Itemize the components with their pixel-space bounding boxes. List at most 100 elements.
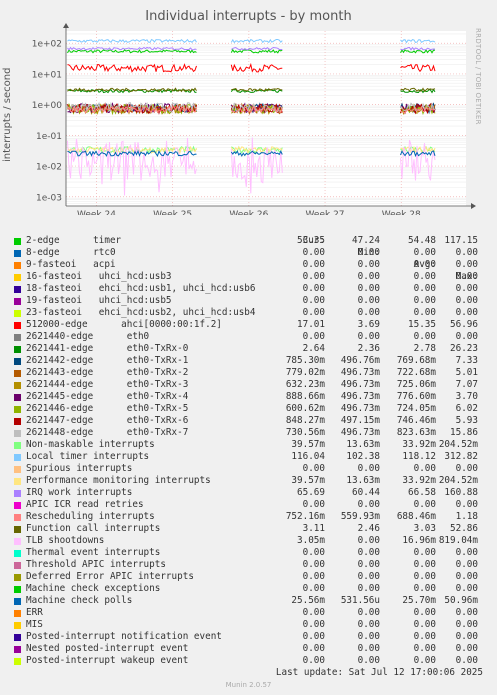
legend-row: Nested posted-interrupt event 0.00 0.00 0.0… [12,643,492,655]
legend-min-value: 497.15m [340,415,380,426]
legend-row: 2621448-edge eth0-TxRx-7 730.56m 496.73m 82… [12,427,492,439]
legend-series-name: 9-fasteoi acpi [26,259,116,270]
x-tick-label: Week 25 [153,210,192,215]
legend-min-value: 0.00 [357,559,380,570]
legend-series-name: Local timer interrupts [26,451,150,462]
legend-series-name: 23-fasteoi ehci_hcd:usb2, uhci_hcd:usb4 [26,307,256,318]
legend-cur-value: 0.00 [302,583,325,594]
legend-row: 2621447-edge eth0-TxRx-6 848.27m 497.15m 74… [12,415,492,427]
legend-swatch [14,610,21,617]
legend-row: Threshold APIC interrupts 0.00 0.00 0.00 0.0… [12,559,492,571]
legend-swatch [14,634,21,641]
legend-row: 2621446-edge eth0-TxRx-5 600.62m 496.73m 72… [12,403,492,415]
legend-swatch [14,238,21,245]
legend-row: Posted-interrupt wakeup event 0.00 0.00 0.0… [12,655,492,667]
legend-max-value: 0.00 [455,271,478,282]
legend-row: 23-fasteoi ehci_hcd:usb2, uhci_hcd:usb4 0… [12,307,492,319]
legend-min-value: 0.00 [357,547,380,558]
y-tick-label: 1e+01 [32,70,62,80]
legend-row: 512000-edge ahci[0000:00:1f.2] 17.01 3.69 1… [12,319,492,331]
legend-series-name: 16-fasteoi uhci_hcd:usb3 [26,271,172,282]
legend-cur-value: 116.04 [291,451,325,462]
legend-row: IRQ work interrupts 65.69 60.44 66.58 160.88 [12,487,492,499]
legend-cur-value: 0.00 [302,655,325,666]
legend-series-name: Thermal event interrupts [26,547,161,558]
legend-row: APIC ICR read retries 0.00 0.00 0.00 0.00 [12,499,492,511]
legend-series-name: 8-edge rtc0 [26,247,116,258]
legend-swatch [14,478,21,485]
legend-cur-value: 752.16m [285,511,325,522]
legend-row: 2621440-edge eth0 0.00 0.00 0.00 0.00 [12,331,492,343]
legend-row: MIS 0.00 0.00 0.00 0.00 [12,619,492,631]
legend-row: 2621441-edge eth0-TxRx-0 2.64 2.36 2.78 26.2… [12,343,492,355]
legend-cur-value: 65.69 [297,487,325,498]
legend-row: 16-fasteoi uhci_hcd:usb3 0.00 0.00 0.00 0.00 [12,271,492,283]
legend-swatch [14,502,21,509]
legend-cur-value: 3.11 [302,523,325,534]
legend-series-name: 18-fasteoi ehci_hcd:usb1, uhci_hcd:usb6 [26,283,256,294]
legend-row: 2621445-edge eth0-TxRx-4 888.66m 496.73m 77… [12,391,492,403]
legend-row: Local timer interrupts 116.04 102.38 118.12… [12,451,492,463]
legend-row: 18-fasteoi ehci_hcd:usb1, uhci_hcd:usb6 0… [12,283,492,295]
legend-cur-value: 0.00 [302,571,325,582]
legend-min-value: 0.00 [357,463,380,474]
legend-cur-value: 0.00 [302,271,325,282]
legend-max-value: 3.70 [455,391,478,402]
legend-row: Deferred Error APIC interrupts 0.00 0.00 0.… [12,571,492,583]
plot-background [66,31,466,206]
legend-row: TLB shootdowns 3.05m 0.00 16.96m 819.04m [12,535,492,547]
last-update: Last update: Sat Jul 12 17:00:06 2025 [275,667,483,678]
legend-min-value: 496.73m [340,379,380,390]
legend-cur-value: 888.66m [285,391,325,402]
legend-min-value: 0.00 [357,631,380,642]
legend-swatch [14,550,21,557]
legend-series-name: TLB shootdowns [26,535,105,546]
legend-min-value: 13.63m [346,475,380,486]
legend-row: 19-fasteoi uhci_hcd:usb5 0.00 0.00 0.00 0.00 [12,295,492,307]
legend-max-value: 0.00 [455,283,478,294]
legend-cur-value: 730.56m [285,427,325,438]
legend-row: 2621442-edge eth0-TxRx-1 785.30m 496.76m 76… [12,355,492,367]
legend-swatch [14,250,21,257]
legend-min-value: 0.00 [357,295,380,306]
legend-cur-value: 17.01 [297,319,325,330]
legend-series-name: Threshold APIC interrupts [26,559,166,570]
legend-max-value: 7.07 [455,379,478,390]
legend-max-value: 0.00 [455,583,478,594]
x-tick-label: Week 27 [306,210,345,215]
legend-min-value: 2.36 [357,343,380,354]
legend-series-name: ERR [26,607,43,618]
legend-cur-value: 848.27m [285,415,325,426]
legend-max-value: 0.00 [455,331,478,342]
y-tick-label: 1e+00 [32,101,63,111]
legend-series-name: 2621442-edge eth0-TxRx-1 [26,355,189,366]
legend-cur-value: 0.00 [302,307,325,318]
legend-cur-value: 2.64 [302,343,325,354]
y-axis-arrow-icon [63,23,69,28]
legend-swatch [14,298,21,305]
legend-row: Rescheduling interrupts 752.16m 559.93m 688… [12,511,492,523]
legend-swatch [14,406,21,413]
legend-row: Machine check exceptions 0.00 0.00 0.00 0.00 [12,583,492,595]
munin-version: Munin 2.0.57 [225,681,272,689]
legend-max-value: 204.52m [438,439,478,450]
legend-series-name: Rescheduling interrupts [26,511,155,522]
legend-max-value: 6.02 [455,403,478,414]
legend-cur-value: 0.00 [302,499,325,510]
legend: Cur: Min: Avg: Max: 2-edge timer 53.35 47.… [12,223,492,667]
legend-cur-value: 0.00 [302,463,325,474]
legend-series-name: MIS [26,619,43,630]
legend-swatch [14,490,21,497]
legend-series-name: 512000-edge ahci[0000:00:1f.2] [26,319,222,330]
legend-cur-value: 785.30m [285,355,325,366]
legend-min-value: 0.00 [357,307,380,318]
legend-cur-value: 0.00 [302,295,325,306]
legend-swatch [14,466,21,473]
legend-swatch [14,574,21,581]
legend-row: ERR 0.00 0.00 0.00 0.00 [12,607,492,619]
legend-swatch [14,658,21,665]
legend-swatch [14,262,21,269]
legend-min-value: 0.00 [357,331,380,342]
legend-cur-value: 0.00 [302,607,325,618]
legend-rows: 2-edge timer 53.35 47.24 54.48 117.15 8-edge … [12,235,492,667]
